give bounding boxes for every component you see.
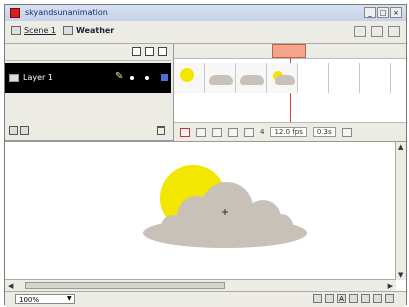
empty-frame[interactable] (329, 63, 360, 93)
center-frame-icon[interactable] (180, 127, 190, 137)
frames-panel: 4 12.0 fps 0.3s (173, 44, 406, 141)
cloud-thumbnail (275, 75, 295, 85)
outline-color-box[interactable] (161, 74, 168, 81)
scroll-up-icon[interactable]: ▲ (398, 143, 403, 151)
graphic-symbol-icon (63, 26, 73, 35)
add-guide-layer-icon[interactable] (20, 126, 29, 135)
library-panel-icon[interactable] (361, 294, 370, 303)
scroll-left-icon[interactable] (341, 127, 352, 137)
lock-icon[interactable] (145, 47, 154, 56)
breadcrumb-symbol[interactable]: Weather (63, 26, 114, 35)
flash-editor-window: skyandsunanimation _ □ × Scene 1 Weather (4, 4, 407, 307)
pencil-icon: ✎ (115, 71, 124, 82)
empty-frame[interactable] (298, 63, 329, 93)
edit-bar: Scene 1 Weather (5, 21, 406, 43)
sun-thumbnail (180, 68, 194, 82)
current-frame: 4 (260, 128, 265, 136)
keyframe-4[interactable] (267, 63, 298, 93)
layer-footer-icons (9, 126, 29, 135)
onion-skin-icon[interactable] (196, 127, 206, 137)
edit-scene-icon[interactable] (354, 26, 366, 37)
keyframe-1[interactable] (174, 63, 205, 93)
panel-launcher-icons: A (313, 294, 394, 303)
layer-footer (5, 122, 171, 140)
close-button[interactable]: × (390, 7, 402, 18)
cloud-thumbnail (209, 75, 233, 85)
layer-panel: Layer 1 ✎ (5, 44, 171, 140)
breadcrumb-scene[interactable]: Scene 1 (11, 26, 56, 35)
onion-outline-icon[interactable] (212, 127, 222, 137)
empty-frame[interactable] (360, 63, 391, 93)
timeline-footer: 4 12.0 fps 0.3s (174, 122, 406, 141)
minimize-button[interactable]: _ (364, 7, 376, 18)
stage-area[interactable]: ▲ ▼ ◀ ▶ (5, 141, 406, 292)
edit-scene-icons (354, 26, 400, 37)
modify-markers-icon[interactable] (244, 127, 254, 137)
keyframe-3[interactable] (236, 63, 267, 93)
scroll-right-icon[interactable]: ▶ (388, 282, 393, 290)
edit-multiple-icon[interactable] (228, 127, 238, 137)
window-title: skyandsunanimation (25, 8, 108, 17)
status-bar: 100% ▼ A (5, 291, 406, 307)
layer-header (5, 44, 171, 61)
actions-panel-icon[interactable] (373, 294, 382, 303)
layer-header-icons (132, 47, 167, 56)
timeline-panel: Layer 1 ✎ 4 12.0 fps 0.3s (5, 43, 406, 142)
title-bar: skyandsunanimation _ □ × (5, 5, 406, 22)
info-panel-icon[interactable] (313, 294, 322, 303)
symbol-label: Weather (76, 26, 115, 35)
visibility-dot[interactable] (130, 76, 134, 80)
zoom-select[interactable]: 100% (15, 294, 75, 304)
frame-ruler[interactable] (174, 44, 406, 59)
horizontal-scroll-thumb[interactable] (25, 282, 225, 289)
scene-label: Scene 1 (24, 26, 57, 35)
outline-square-icon[interactable] (158, 47, 167, 56)
stage-canvas[interactable] (5, 142, 397, 280)
layer-name: Layer 1 (23, 73, 53, 82)
maximize-button[interactable]: □ (377, 7, 389, 18)
clapper-icon (11, 26, 21, 35)
eye-icon[interactable] (132, 47, 141, 56)
layer-icon (9, 74, 19, 82)
playhead[interactable] (272, 44, 306, 58)
app-icon (10, 8, 20, 18)
frame-rate[interactable]: 12.0 fps (270, 127, 307, 137)
zoom-value: 100% (19, 296, 40, 304)
character-panel-icon[interactable]: A (337, 294, 346, 303)
movie-explorer-icon[interactable] (385, 294, 394, 303)
trash-icon[interactable] (157, 126, 165, 135)
instance-panel-icon[interactable] (349, 294, 358, 303)
elapsed-time: 0.3s (312, 127, 336, 137)
cloud-thumbnail (240, 75, 264, 85)
stage-extra-icon[interactable] (388, 26, 400, 37)
scroll-left-icon[interactable]: ◀ (8, 282, 13, 290)
vertical-scrollbar[interactable]: ▲ ▼ (395, 142, 406, 280)
keyframe-2[interactable] (205, 63, 236, 93)
insert-layer-icon[interactable] (9, 126, 18, 135)
window-controls: _ □ × (364, 7, 402, 18)
edit-symbol-icon[interactable] (371, 26, 383, 37)
frames-row (174, 63, 406, 93)
layer-row[interactable]: Layer 1 ✎ (5, 63, 171, 93)
chevron-down-icon[interactable]: ▼ (67, 295, 72, 302)
scroll-down-icon[interactable]: ▼ (398, 271, 403, 279)
lock-dot[interactable] (145, 76, 149, 80)
mixer-panel-icon[interactable] (325, 294, 334, 303)
